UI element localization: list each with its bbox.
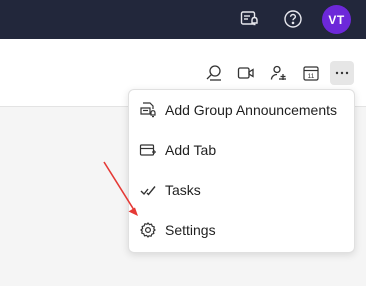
announcement-icon [139, 101, 157, 119]
menu-item-tasks[interactable]: Tasks [129, 170, 354, 210]
more-icon [335, 71, 349, 75]
menu-item-settings[interactable]: Settings [129, 210, 354, 250]
search-icon[interactable] [203, 62, 225, 84]
video-icon[interactable] [235, 62, 257, 84]
calendar-icon[interactable]: 11 [300, 62, 322, 84]
announcement-bell-icon[interactable] [238, 8, 260, 30]
gear-icon [139, 221, 157, 239]
add-person-icon[interactable] [268, 62, 290, 84]
menu-item-label: Add Group Announcements [165, 102, 338, 118]
more-options-menu: Add Group Announcements Add Tab Tasks Se… [128, 89, 355, 253]
top-bar: VT [0, 0, 366, 39]
add-tab-icon [139, 141, 157, 159]
menu-item-label: Add Tab [165, 142, 217, 158]
avatar-initials: VT [328, 12, 345, 27]
menu-item-add-tab[interactable]: Add Tab [129, 130, 354, 170]
menu-item-label: Tasks [165, 182, 201, 198]
menu-item-label: Settings [165, 222, 216, 238]
help-icon[interactable] [282, 8, 304, 30]
avatar[interactable]: VT [322, 5, 351, 34]
menu-item-add-group-announcements[interactable]: Add Group Announcements [129, 90, 354, 130]
tasks-icon [139, 181, 157, 199]
more-options-button[interactable] [330, 61, 354, 85]
calendar-day: 11 [308, 73, 315, 80]
